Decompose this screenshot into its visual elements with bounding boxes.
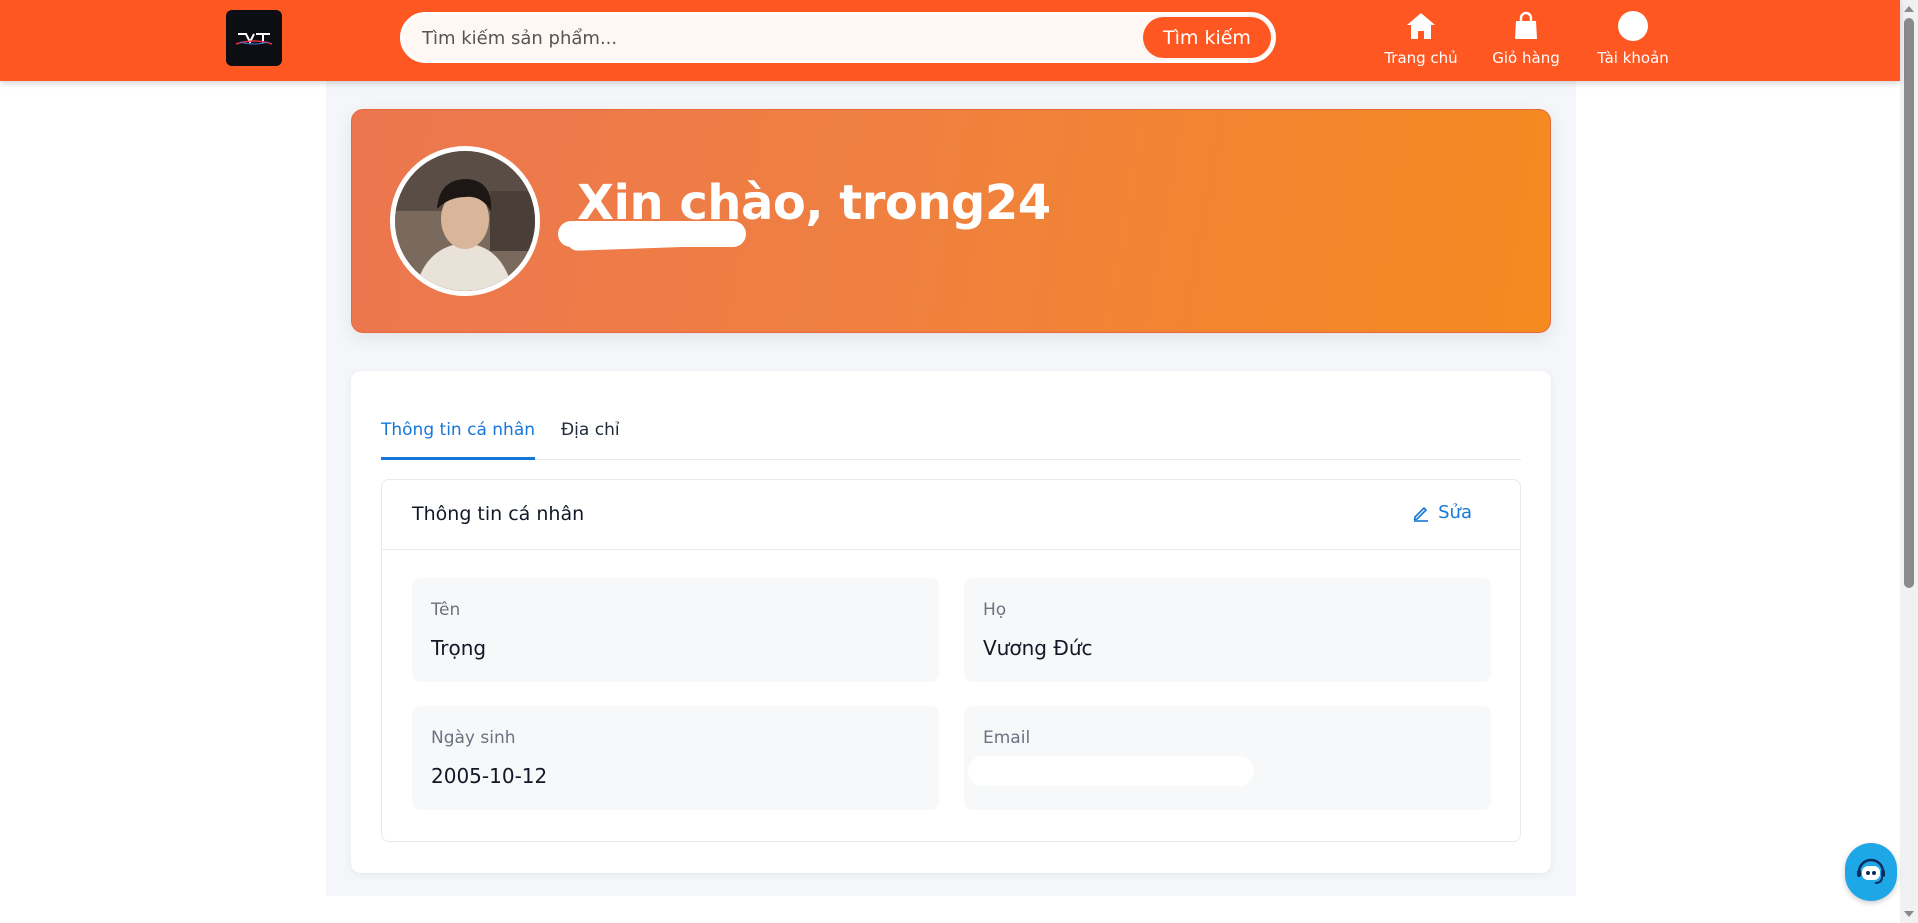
field-value: 2005-10-12 (431, 764, 548, 788)
account-circle-icon (1617, 10, 1649, 42)
profile-banner: Xin chào, trong24 (351, 109, 1551, 333)
field-label: Họ (983, 600, 1007, 620)
search-input[interactable] (420, 23, 1120, 53)
tab-address[interactable]: Địa chỉ (561, 414, 620, 460)
scroll-up-icon[interactable] (1904, 6, 1914, 12)
logo-mark-icon (235, 33, 273, 45)
panel-title: Thông tin cá nhân (412, 503, 585, 525)
home-icon (1405, 10, 1437, 42)
search-bar: Tìm kiếm (400, 12, 1276, 63)
nav-home-label: Trang chủ (1384, 49, 1458, 67)
avatar[interactable] (390, 146, 540, 296)
field-value: Vương Đức (983, 636, 1093, 660)
shopping-bag-icon (1510, 10, 1542, 42)
chatbot-icon (1857, 858, 1885, 884)
search-button[interactable]: Tìm kiếm (1143, 17, 1271, 58)
nav-cart-label: Giỏ hàng (1492, 49, 1560, 67)
field-label: Email (983, 728, 1031, 748)
edit-button-label: Sửa (1438, 502, 1472, 523)
brand-logo[interactable] (226, 10, 282, 66)
account-tabs: Thông tin cá nhân Địa chỉ (381, 414, 1521, 460)
panel-header: Thông tin cá nhân Sửa (382, 480, 1520, 550)
nav-account-label: Tài khoản (1597, 49, 1669, 67)
field-first-name: Tên Trọng (412, 578, 939, 682)
field-label: Ngày sinh (431, 728, 516, 748)
tab-personal-info[interactable]: Thông tin cá nhân (381, 414, 536, 460)
field-label: Tên (431, 600, 461, 620)
edit-button[interactable]: Sửa (1412, 502, 1472, 523)
field-last-name: Họ Vương Đức (964, 578, 1491, 682)
nav-account[interactable]: Tài khoản (1585, 10, 1681, 70)
redaction-mark (968, 756, 1254, 786)
field-value: Trọng (431, 636, 487, 660)
account-card: Thông tin cá nhân Địa chỉ Thông tin cá n… (351, 371, 1551, 873)
scroll-down-icon[interactable] (1904, 911, 1914, 917)
field-birthday: Ngày sinh 2005-10-12 (412, 706, 939, 810)
scroll-thumb[interactable] (1904, 18, 1914, 588)
nav-home[interactable]: Trang chủ (1373, 10, 1469, 70)
top-header: Tìm kiếm Trang chủ Giỏ hàng Tài khoản (0, 0, 1900, 81)
pencil-icon (1413, 506, 1429, 522)
avatar-photo-icon (395, 151, 535, 291)
field-email: Email (964, 706, 1491, 810)
personal-info-panel: Thông tin cá nhân Sửa Tên Trọng Họ Vương… (381, 479, 1521, 842)
nav-cart[interactable]: Giỏ hàng (1478, 10, 1574, 70)
chatbot-button[interactable] (1845, 843, 1897, 901)
page-scrollbar[interactable] (1900, 0, 1918, 923)
